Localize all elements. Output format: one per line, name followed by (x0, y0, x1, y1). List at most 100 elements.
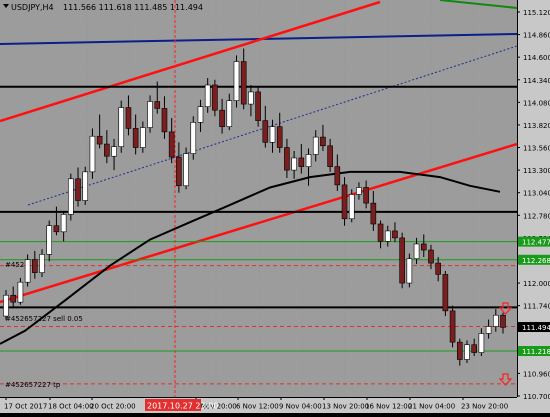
time-tick-label: 6 Nov 12:00 (236, 403, 279, 411)
candle-body (24, 259, 31, 283)
price-tick-label: 113.300 (523, 167, 550, 175)
time-tick-label: 20 Oct 20:00 (90, 403, 136, 411)
candle-body (75, 178, 81, 201)
candle-body (305, 154, 312, 167)
candle-body (183, 153, 189, 187)
candle-body (312, 136, 319, 155)
ohlc-values: 111.566 111.618 111.485 111.494 (63, 3, 203, 12)
candle-body (377, 223, 384, 242)
candle-body (392, 230, 398, 239)
candle-body (82, 171, 89, 201)
price-tick-label: 113.560 (523, 145, 550, 153)
price-tick-label: 110.700 (523, 393, 550, 401)
candle-body (334, 166, 341, 186)
candle-body (10, 294, 17, 303)
candle-body (262, 120, 269, 143)
candle-body (39, 254, 45, 273)
price-tick-label: 112.780 (523, 212, 550, 220)
candle-body (89, 135, 96, 173)
candle-body (132, 128, 139, 148)
price-tag-label: 111.218 (522, 348, 550, 356)
candle-body (68, 178, 74, 215)
time-tick-label: 13 Nov 20:00 (322, 403, 369, 411)
time-tick-label: 16 Nov 12:00 (365, 403, 412, 411)
candle-body (3, 294, 9, 317)
chart-window[interactable]: 115.120 114.860 114.600 114.340 114.080 113.8… (0, 0, 550, 413)
candle-body (104, 143, 110, 157)
candle-body (370, 202, 377, 225)
candle-body (60, 214, 67, 233)
time-tick-label: 17 Oct 2017 (4, 403, 47, 411)
candle-body (363, 187, 369, 204)
candle-body (248, 91, 254, 105)
candle-body (492, 314, 499, 327)
candle-body (471, 344, 477, 353)
price-chart[interactable]: 115.120 114.860 114.600 114.340 114.080 113.8… (0, 0, 550, 413)
candle-body (435, 262, 441, 275)
price-tick-label: 110.960 (523, 370, 550, 378)
candle-body (298, 157, 305, 167)
candle-body (154, 101, 161, 109)
candle-body (478, 333, 485, 353)
candle-body (161, 108, 168, 133)
price-tick-label: 114.600 (523, 54, 550, 62)
candle-body (197, 106, 204, 123)
candle-body (125, 107, 132, 129)
candle-body (442, 274, 449, 312)
candle-body (147, 101, 153, 128)
candle-body (327, 145, 333, 167)
candle-body (190, 122, 197, 154)
crosshair-time-label: 2017.10.27 23:00 (147, 402, 218, 411)
candle-body (226, 100, 233, 127)
candle-body (406, 258, 413, 284)
price-tick-label: 111.740 (523, 303, 550, 311)
candle-body (176, 156, 182, 187)
candle-body (32, 259, 38, 273)
candle-body (118, 107, 125, 147)
candle-body (233, 61, 240, 101)
candle-body (240, 61, 247, 105)
order-label: #452657227 sell 0.05 (5, 315, 83, 323)
price-tag-label: 112.477 (522, 239, 550, 247)
price-tick-label: 113.040 (523, 190, 550, 198)
time-tick-label: 9 Nov 04:00 (279, 403, 322, 411)
price-tick-label: 114.340 (523, 77, 550, 85)
candle-body (384, 230, 391, 242)
candle-body (284, 147, 290, 171)
candle-body (420, 243, 427, 251)
time-tick-label: 21 Nov 04:00 (408, 403, 455, 411)
candle-body (255, 91, 261, 121)
candle-body (96, 135, 103, 145)
candle-body (320, 136, 326, 147)
candle-body (291, 157, 297, 171)
price-tick-label: 113.820 (523, 122, 550, 130)
price-tick-label: 115.120 (523, 9, 550, 17)
candle-body (356, 187, 362, 195)
candle-body (219, 109, 225, 127)
candle-body (399, 237, 405, 284)
candle-body (53, 225, 60, 233)
order-label: #452657227 tp (5, 381, 61, 389)
candle-body (17, 281, 24, 303)
price-tag-label: 111.494 (522, 324, 550, 332)
order-label: #452 (5, 261, 24, 269)
candle-body (449, 310, 456, 343)
price-tick-label: 112.000 (523, 280, 550, 288)
candle-body (168, 131, 175, 158)
candle-body (456, 341, 463, 360)
candle-body (341, 184, 348, 220)
candle-body (485, 326, 492, 334)
candle-body (46, 225, 53, 255)
candle-body (212, 84, 218, 111)
candle-body (140, 127, 146, 148)
candle-body (500, 314, 506, 328)
price-tick-label: 114.860 (523, 32, 550, 40)
candle-body (464, 344, 470, 360)
candle-body (204, 84, 211, 107)
candle-body (348, 194, 355, 220)
candle-body (413, 243, 420, 260)
candle-body (111, 146, 117, 157)
candle-body (276, 126, 283, 148)
time-tick-label: 23 Nov 20:00 (461, 403, 508, 411)
price-tick-label: 114.080 (523, 99, 550, 107)
